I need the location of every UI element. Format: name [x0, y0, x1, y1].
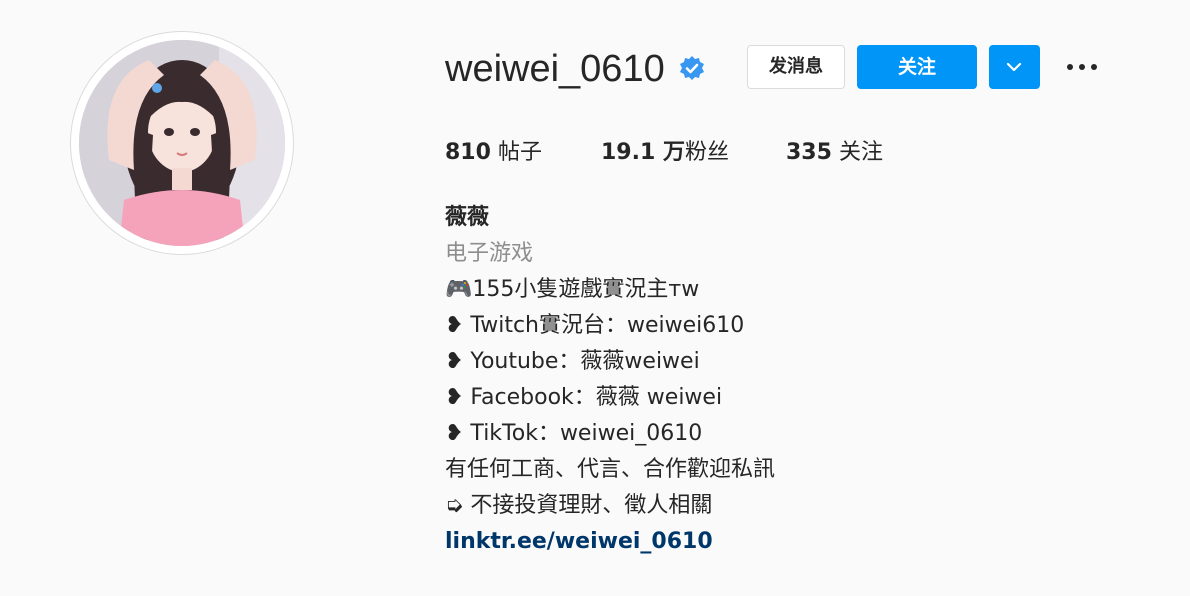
more-options-icon — [1067, 64, 1097, 70]
verified-badge-icon — [678, 55, 706, 83]
profile-username: weiwei_0610 — [445, 48, 665, 90]
following-label: 关注 — [838, 140, 883, 165]
following-stat[interactable]: 335 关注 — [786, 135, 883, 171]
send-message-button[interactable]: 发消息 — [747, 45, 845, 89]
posts-stat[interactable]: 810 帖子 — [445, 135, 542, 171]
followers-label: 粉丝 — [684, 140, 729, 165]
avatar[interactable] — [70, 31, 294, 255]
chevron-down-icon — [1006, 62, 1022, 72]
followers-count: 19.1 万 — [601, 140, 685, 165]
bio-line: 有任何工商、代言、合作歡迎私訊 — [445, 457, 776, 482]
bio-line: ❥ Twitch實況台：weiwei610 — [445, 313, 745, 338]
profile-bio: 薇薇 电子游戏 🎮155小隻遊戲實況主ᴛᴡ ❥ Twitch實況台：weiwei… — [445, 200, 775, 560]
avatar-image — [79, 40, 285, 246]
profile-page: weiwei_0610 发消息 关注 810 帖子 19.1 万粉丝 335 关… — [0, 0, 1190, 596]
suggested-accounts-dropdown-button[interactable] — [989, 45, 1040, 89]
followers-stat[interactable]: 19.1 万粉丝 — [601, 135, 729, 171]
following-count: 335 — [786, 140, 832, 165]
posts-count: 810 — [445, 140, 491, 165]
profile-category: 电子游戏 — [445, 241, 534, 266]
display-name: 薇薇 — [445, 205, 490, 230]
bio-line: ❥ TikTok：weiwei_0610 — [445, 421, 703, 446]
bio-line: ➭ 不接投資理財、徵人相關 — [445, 493, 713, 518]
bio-external-link[interactable]: linktr.ee/weiwei_0610 — [445, 524, 775, 560]
more-options-button[interactable] — [1062, 52, 1102, 82]
bio-line: ❥ Facebook：薇薇 weiwei — [445, 385, 723, 410]
posts-label: 帖子 — [497, 140, 542, 165]
bio-line: ❥ Youtube：薇薇weiwei — [445, 349, 700, 374]
bio-line: 🎮155小隻遊戲實況主ᴛᴡ — [445, 277, 700, 302]
follow-button[interactable]: 关注 — [857, 45, 977, 89]
